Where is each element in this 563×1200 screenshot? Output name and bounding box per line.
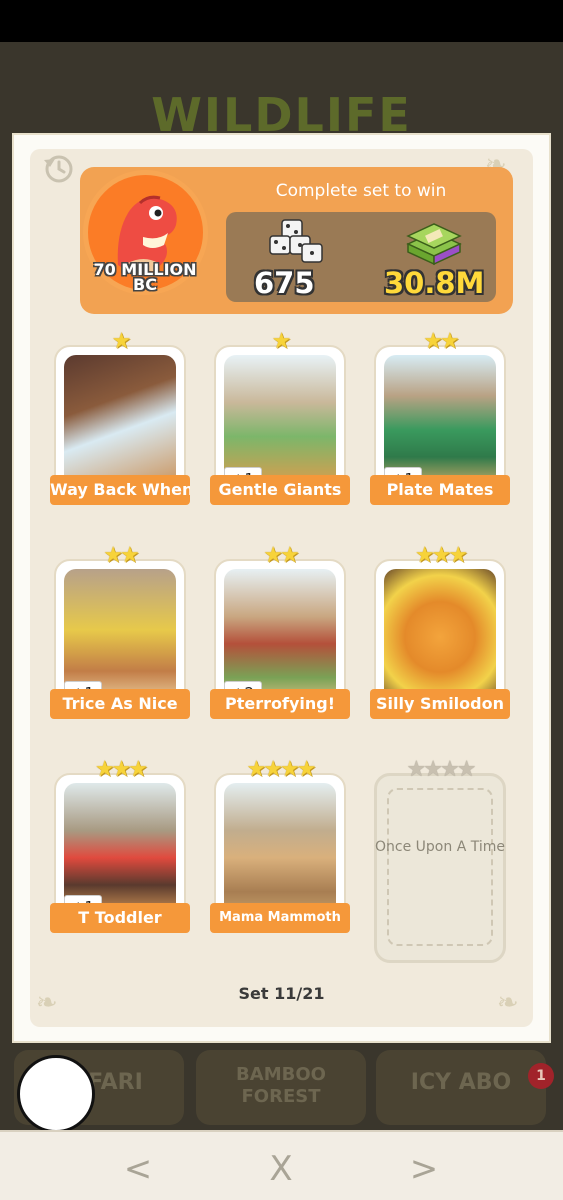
card-name: Gentle Giants <box>210 475 350 505</box>
star-icon: ★★ <box>103 543 139 568</box>
star-icon: ★★★★ <box>406 757 477 782</box>
card-name: Way Back When <box>50 475 190 505</box>
card-trice-as-nice[interactable]: +1 Trice As Nice ★★ <box>50 545 190 719</box>
background-album-bamboo: BAMBOO FOREST <box>196 1050 366 1125</box>
dice-stack-icon <box>269 219 323 263</box>
card-name: T Toddler <box>50 903 190 933</box>
chevron-left-icon[interactable]: < <box>118 1150 158 1190</box>
card-t-toddler[interactable]: +1 T Toddler ★★★ <box>50 759 190 933</box>
card-once-upon-a-time-locked[interactable]: Once Upon A Time ★★★★ <box>374 759 506 963</box>
card-name: Trice As Nice <box>50 689 190 719</box>
complete-set-text: Complete set to win <box>275 181 447 201</box>
set-name: 70 MILLION BC <box>93 260 197 294</box>
locked-card-name: Once Upon A Time <box>375 839 505 855</box>
cash-stack-icon <box>406 223 462 266</box>
history-icon[interactable] <box>40 150 76 186</box>
card-way-back-when[interactable]: Way Back When ★ <box>50 331 190 505</box>
status-bar <box>0 0 563 42</box>
notification-badge: 1 <box>528 1063 554 1089</box>
card-name: Mama Mammoth <box>210 903 350 933</box>
star-icon: ★ <box>111 329 132 354</box>
star-icon: ★★ <box>423 329 459 354</box>
star-icon: ★★★★ <box>246 757 317 782</box>
star-icon: ★★★ <box>414 543 468 568</box>
card-name: Pterrofying! <box>210 689 350 719</box>
card-art <box>64 355 176 491</box>
card-mama-mammoth[interactable]: Mama Mammoth ★★★★ <box>210 759 350 933</box>
card-art <box>384 569 496 705</box>
set-counter: Set 11/21 <box>238 984 325 1003</box>
card-name: Silly Smilodon <box>370 689 510 719</box>
card-art <box>224 783 336 919</box>
dice-reward-value: 675 <box>254 266 315 300</box>
chevron-right-icon[interactable]: > <box>404 1150 444 1190</box>
card-name: Plate Mates <box>370 475 510 505</box>
card-silly-smilodon[interactable]: Silly Smilodon ★★★ <box>370 545 510 719</box>
reward-box: 675 30.8M <box>226 212 496 302</box>
card-gentle-giants[interactable]: +1 Gentle Giants ★ <box>210 331 350 505</box>
avatar[interactable] <box>17 1055 95 1133</box>
card-plate-mates[interactable]: +1 Plate Mates ★★ <box>370 331 510 505</box>
cash-reward-value: 30.8M <box>384 266 485 300</box>
card-pterrofying[interactable]: +2 Pterrofying! ★★ <box>210 545 350 719</box>
close-icon[interactable]: X <box>261 1150 301 1190</box>
star-icon: ★ <box>271 329 292 354</box>
background-album-icy: ICY ABO <box>376 1050 546 1125</box>
star-icon: ★★ <box>263 543 299 568</box>
empty-card-frame <box>374 773 506 963</box>
screen: WILDLIFE SAFARI BAMBOO FOREST ICY ABO 1 … <box>0 0 563 1200</box>
star-icon: ★★★ <box>94 757 148 782</box>
